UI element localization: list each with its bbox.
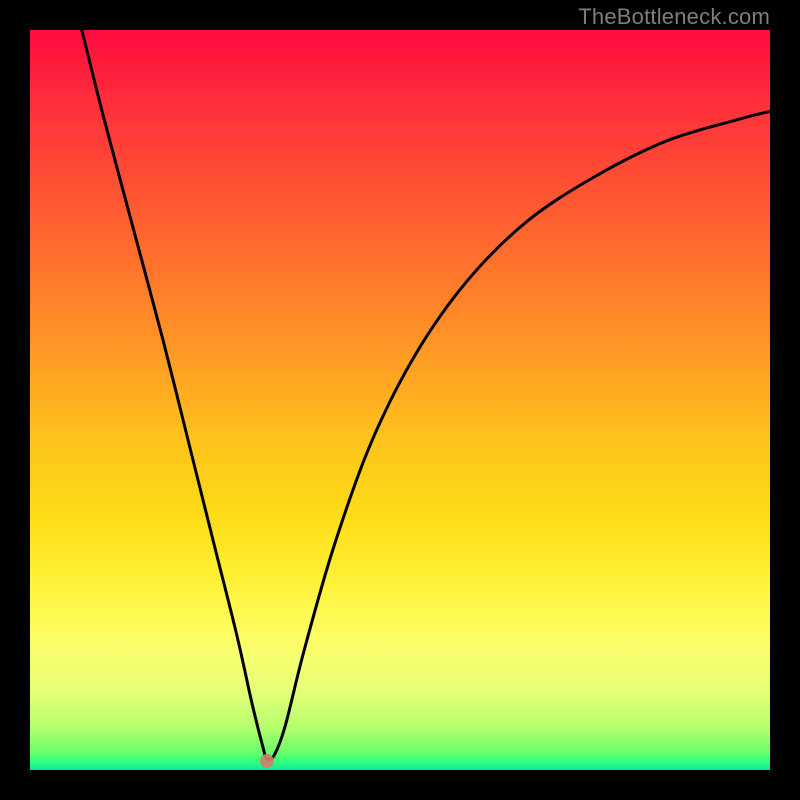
minimum-marker-dot [260,754,274,768]
plot-area [30,30,770,770]
bottleneck-curve [30,30,770,770]
watermark-text: TheBottleneck.com [578,4,770,30]
chart-frame: TheBottleneck.com [0,0,800,800]
